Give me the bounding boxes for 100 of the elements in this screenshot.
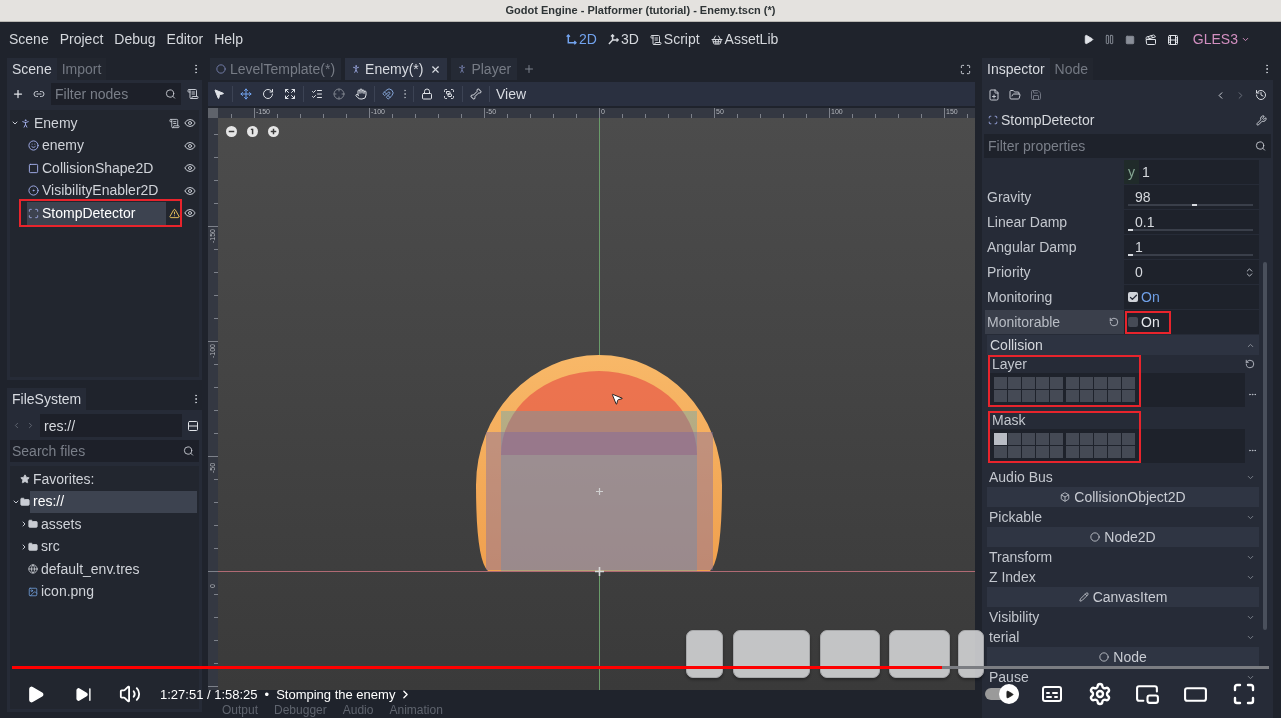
- crosshair-icon[interactable]: [333, 88, 345, 100]
- film-icon[interactable]: [1166, 33, 1179, 46]
- zoom-reset-icon[interactable]: [247, 126, 258, 137]
- caret-right-icon[interactable]: [20, 520, 28, 529]
- property-group[interactable]: Z Index: [987, 567, 1259, 587]
- layer-bit-toggle[interactable]: [1080, 446, 1093, 458]
- property-group[interactable]: Audio Bus: [987, 467, 1259, 487]
- layer-bit-toggle[interactable]: [1022, 446, 1035, 458]
- property-group[interactable]: Pause: [987, 667, 1259, 687]
- more-icon[interactable]: [1248, 390, 1257, 399]
- wrench-icon[interactable]: [1256, 114, 1267, 126]
- layer-bit-toggle[interactable]: [1122, 390, 1135, 402]
- layer-bit-toggle[interactable]: [1108, 390, 1121, 402]
- layer-bit-toggle[interactable]: [1008, 433, 1021, 445]
- warning-icon[interactable]: [168, 207, 180, 219]
- filter-field[interactable]: Filter properties: [984, 134, 1271, 158]
- tree-item[interactable]: StompDetector: [27, 202, 166, 225]
- layer-bit-toggle[interactable]: [1036, 390, 1049, 402]
- file-item[interactable]: assets: [38, 513, 197, 536]
- layer-bit-toggle[interactable]: [1022, 433, 1035, 445]
- path-field[interactable]: res://: [40, 414, 182, 437]
- pause-icon[interactable]: [1103, 34, 1115, 45]
- fullscreen-icon[interactable]: [1232, 682, 1256, 706]
- property-group[interactable]: Transform: [987, 547, 1259, 567]
- scroll-icon[interactable]: [168, 117, 180, 129]
- checkbox-label[interactable]: On: [1141, 286, 1160, 308]
- dock-tab[interactable]: Scene: [7, 58, 57, 80]
- file-item[interactable]: icon.png: [38, 580, 197, 603]
- layer-bit-toggle[interactable]: [1008, 390, 1021, 402]
- checkbox-label[interactable]: On: [1141, 311, 1160, 333]
- settings-icon[interactable]: [1088, 682, 1112, 706]
- menu-item[interactable]: Editor: [166, 29, 204, 50]
- layer-bit-toggle[interactable]: [1094, 446, 1107, 458]
- layer-bit-toggle[interactable]: [1080, 433, 1093, 445]
- layer-bit-toggle[interactable]: [1022, 377, 1035, 389]
- file-plus-icon[interactable]: [988, 89, 1000, 101]
- clapperboard-icon[interactable]: [1144, 33, 1157, 46]
- scroll-icon[interactable]: [187, 88, 199, 100]
- layer-bit-toggle[interactable]: [1050, 390, 1063, 402]
- layer-bit-toggle[interactable]: [1066, 433, 1079, 445]
- menu-item[interactable]: Help: [214, 29, 243, 50]
- volume-icon[interactable]: [119, 683, 141, 705]
- circular-arrow-icon[interactable]: [1109, 317, 1119, 327]
- filter-field[interactable]: Filter nodes: [51, 83, 181, 105]
- renderer-menu[interactable]: GLES3: [1192, 29, 1250, 50]
- menu-item[interactable]: Debug: [114, 29, 156, 50]
- document-tab[interactable]: Enemy(*): [345, 58, 448, 80]
- file-item[interactable]: default_env.tres: [38, 558, 197, 581]
- layer-bit-toggle[interactable]: [1050, 433, 1063, 445]
- menu-item[interactable]: Project: [59, 29, 104, 50]
- bone-icon[interactable]: [470, 88, 482, 100]
- eye-icon[interactable]: [184, 117, 196, 130]
- layer-bit-toggle[interactable]: [1108, 446, 1121, 458]
- layer-bit-toggle[interactable]: [1122, 433, 1135, 445]
- workspace-tab[interactable]: AssetLib: [710, 29, 779, 50]
- dock-tab[interactable]: Inspector: [982, 58, 1050, 80]
- magnet-icon[interactable]: [382, 88, 394, 100]
- layer-bit-toggle[interactable]: [1122, 377, 1135, 389]
- property-group[interactable]: terial: [987, 627, 1259, 647]
- file-item[interactable]: res://: [30, 490, 197, 513]
- zoom-out-icon[interactable]: [226, 126, 237, 137]
- stop-icon[interactable]: [1124, 34, 1135, 45]
- layer-bit-toggle[interactable]: [1066, 446, 1079, 458]
- eye-icon[interactable]: [184, 184, 196, 197]
- up-down-arrows-icon[interactable]: [1244, 266, 1255, 278]
- tree-item[interactable]: CollisionShape2D: [27, 157, 166, 180]
- layer-bit-toggle[interactable]: [1066, 390, 1079, 402]
- play-icon[interactable]: [1082, 34, 1094, 45]
- scrollbar-thumb[interactable]: [1263, 262, 1267, 630]
- viewport-canvas[interactable]: [218, 118, 975, 690]
- tree-item[interactable]: VisibilityEnabler2D: [27, 179, 166, 202]
- view-menu[interactable]: View: [493, 83, 530, 105]
- checkbox[interactable]: [1128, 317, 1138, 327]
- layer-bit-toggle[interactable]: [1122, 446, 1135, 458]
- file-item[interactable]: src: [38, 535, 197, 558]
- more-icon[interactable]: [1248, 446, 1257, 455]
- play-icon[interactable]: [26, 684, 45, 704]
- layer-bit-toggle[interactable]: [1050, 377, 1063, 389]
- layer-bit-toggle[interactable]: [1094, 433, 1107, 445]
- two-rows-icon[interactable]: [187, 419, 199, 432]
- eye-icon[interactable]: [184, 207, 196, 220]
- layer-bit-toggle[interactable]: [1008, 377, 1021, 389]
- menu-item[interactable]: Scene: [9, 29, 49, 50]
- layer-bit-toggle[interactable]: [994, 377, 1007, 389]
- close-icon[interactable]: [430, 63, 442, 75]
- workspace-tab[interactable]: 2D: [566, 29, 597, 50]
- caret-right-icon[interactable]: [20, 542, 28, 551]
- circular-arrow-icon[interactable]: [1245, 359, 1255, 369]
- number-field[interactable]: 98: [1124, 185, 1259, 209]
- layer-bit-toggle[interactable]: [1094, 390, 1107, 402]
- hand-icon[interactable]: [355, 88, 367, 100]
- eye-icon[interactable]: [184, 139, 196, 152]
- workspace-tab[interactable]: Script: [649, 29, 700, 50]
- layer-bit-toggle[interactable]: [1108, 377, 1121, 389]
- clock-arrow-icon[interactable]: [1255, 89, 1267, 101]
- layer-bit-toggle[interactable]: [1066, 377, 1079, 389]
- lock-icon[interactable]: [421, 88, 433, 100]
- property-group[interactable]: Visibility: [987, 607, 1259, 627]
- property-group[interactable]: Pickable: [987, 507, 1259, 527]
- rotate-icon[interactable]: [262, 88, 274, 100]
